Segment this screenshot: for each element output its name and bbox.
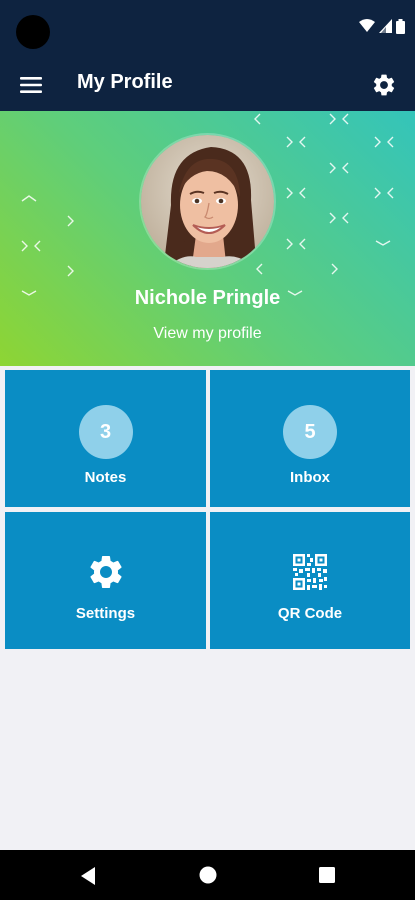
settings-button[interactable]	[365, 66, 403, 104]
view-profile-link[interactable]: View my profile	[0, 325, 415, 343]
recent-apps-icon[interactable]	[318, 866, 336, 884]
system-navigation-bar	[0, 850, 415, 900]
hamburger-menu-icon	[20, 77, 42, 93]
wifi-icon	[359, 19, 375, 32]
app-bar: My Profile	[0, 58, 415, 111]
qr-code-tile[interactable]: QR Code	[210, 512, 410, 649]
avatar[interactable]	[139, 133, 276, 270]
profile-photo	[141, 135, 274, 268]
back-icon[interactable]	[78, 865, 100, 887]
camera-cutout	[16, 15, 50, 49]
battery-icon	[396, 18, 405, 34]
profile-header: Nichole Pringle View my profile	[0, 111, 415, 366]
page-title: My Profile	[77, 71, 173, 93]
settings-tile[interactable]: Settings	[5, 512, 206, 649]
notes-count-badge: 3	[78, 405, 133, 459]
notes-tile[interactable]: 3 Notes	[5, 370, 206, 507]
qr-code-icon	[290, 552, 330, 592]
notes-label: Notes	[84, 469, 127, 486]
settings-label: Settings	[75, 605, 136, 622]
home-icon[interactable]	[198, 865, 218, 885]
qr-code-label: QR Code	[277, 605, 343, 622]
gear-icon	[86, 552, 126, 592]
dashboard-grid: 3 Notes 5 Inbox Settings QR Code	[5, 370, 410, 649]
status-icons	[359, 18, 405, 34]
inbox-tile[interactable]: 5 Inbox	[210, 370, 410, 507]
signal-icon	[379, 19, 392, 33]
profile-name: Nichole Pringle	[134, 287, 281, 309]
menu-button[interactable]	[12, 66, 50, 104]
status-bar	[0, 0, 415, 58]
inbox-label: Inbox	[290, 469, 330, 486]
gear-icon	[373, 74, 395, 96]
inbox-count-badge: 5	[283, 405, 337, 459]
